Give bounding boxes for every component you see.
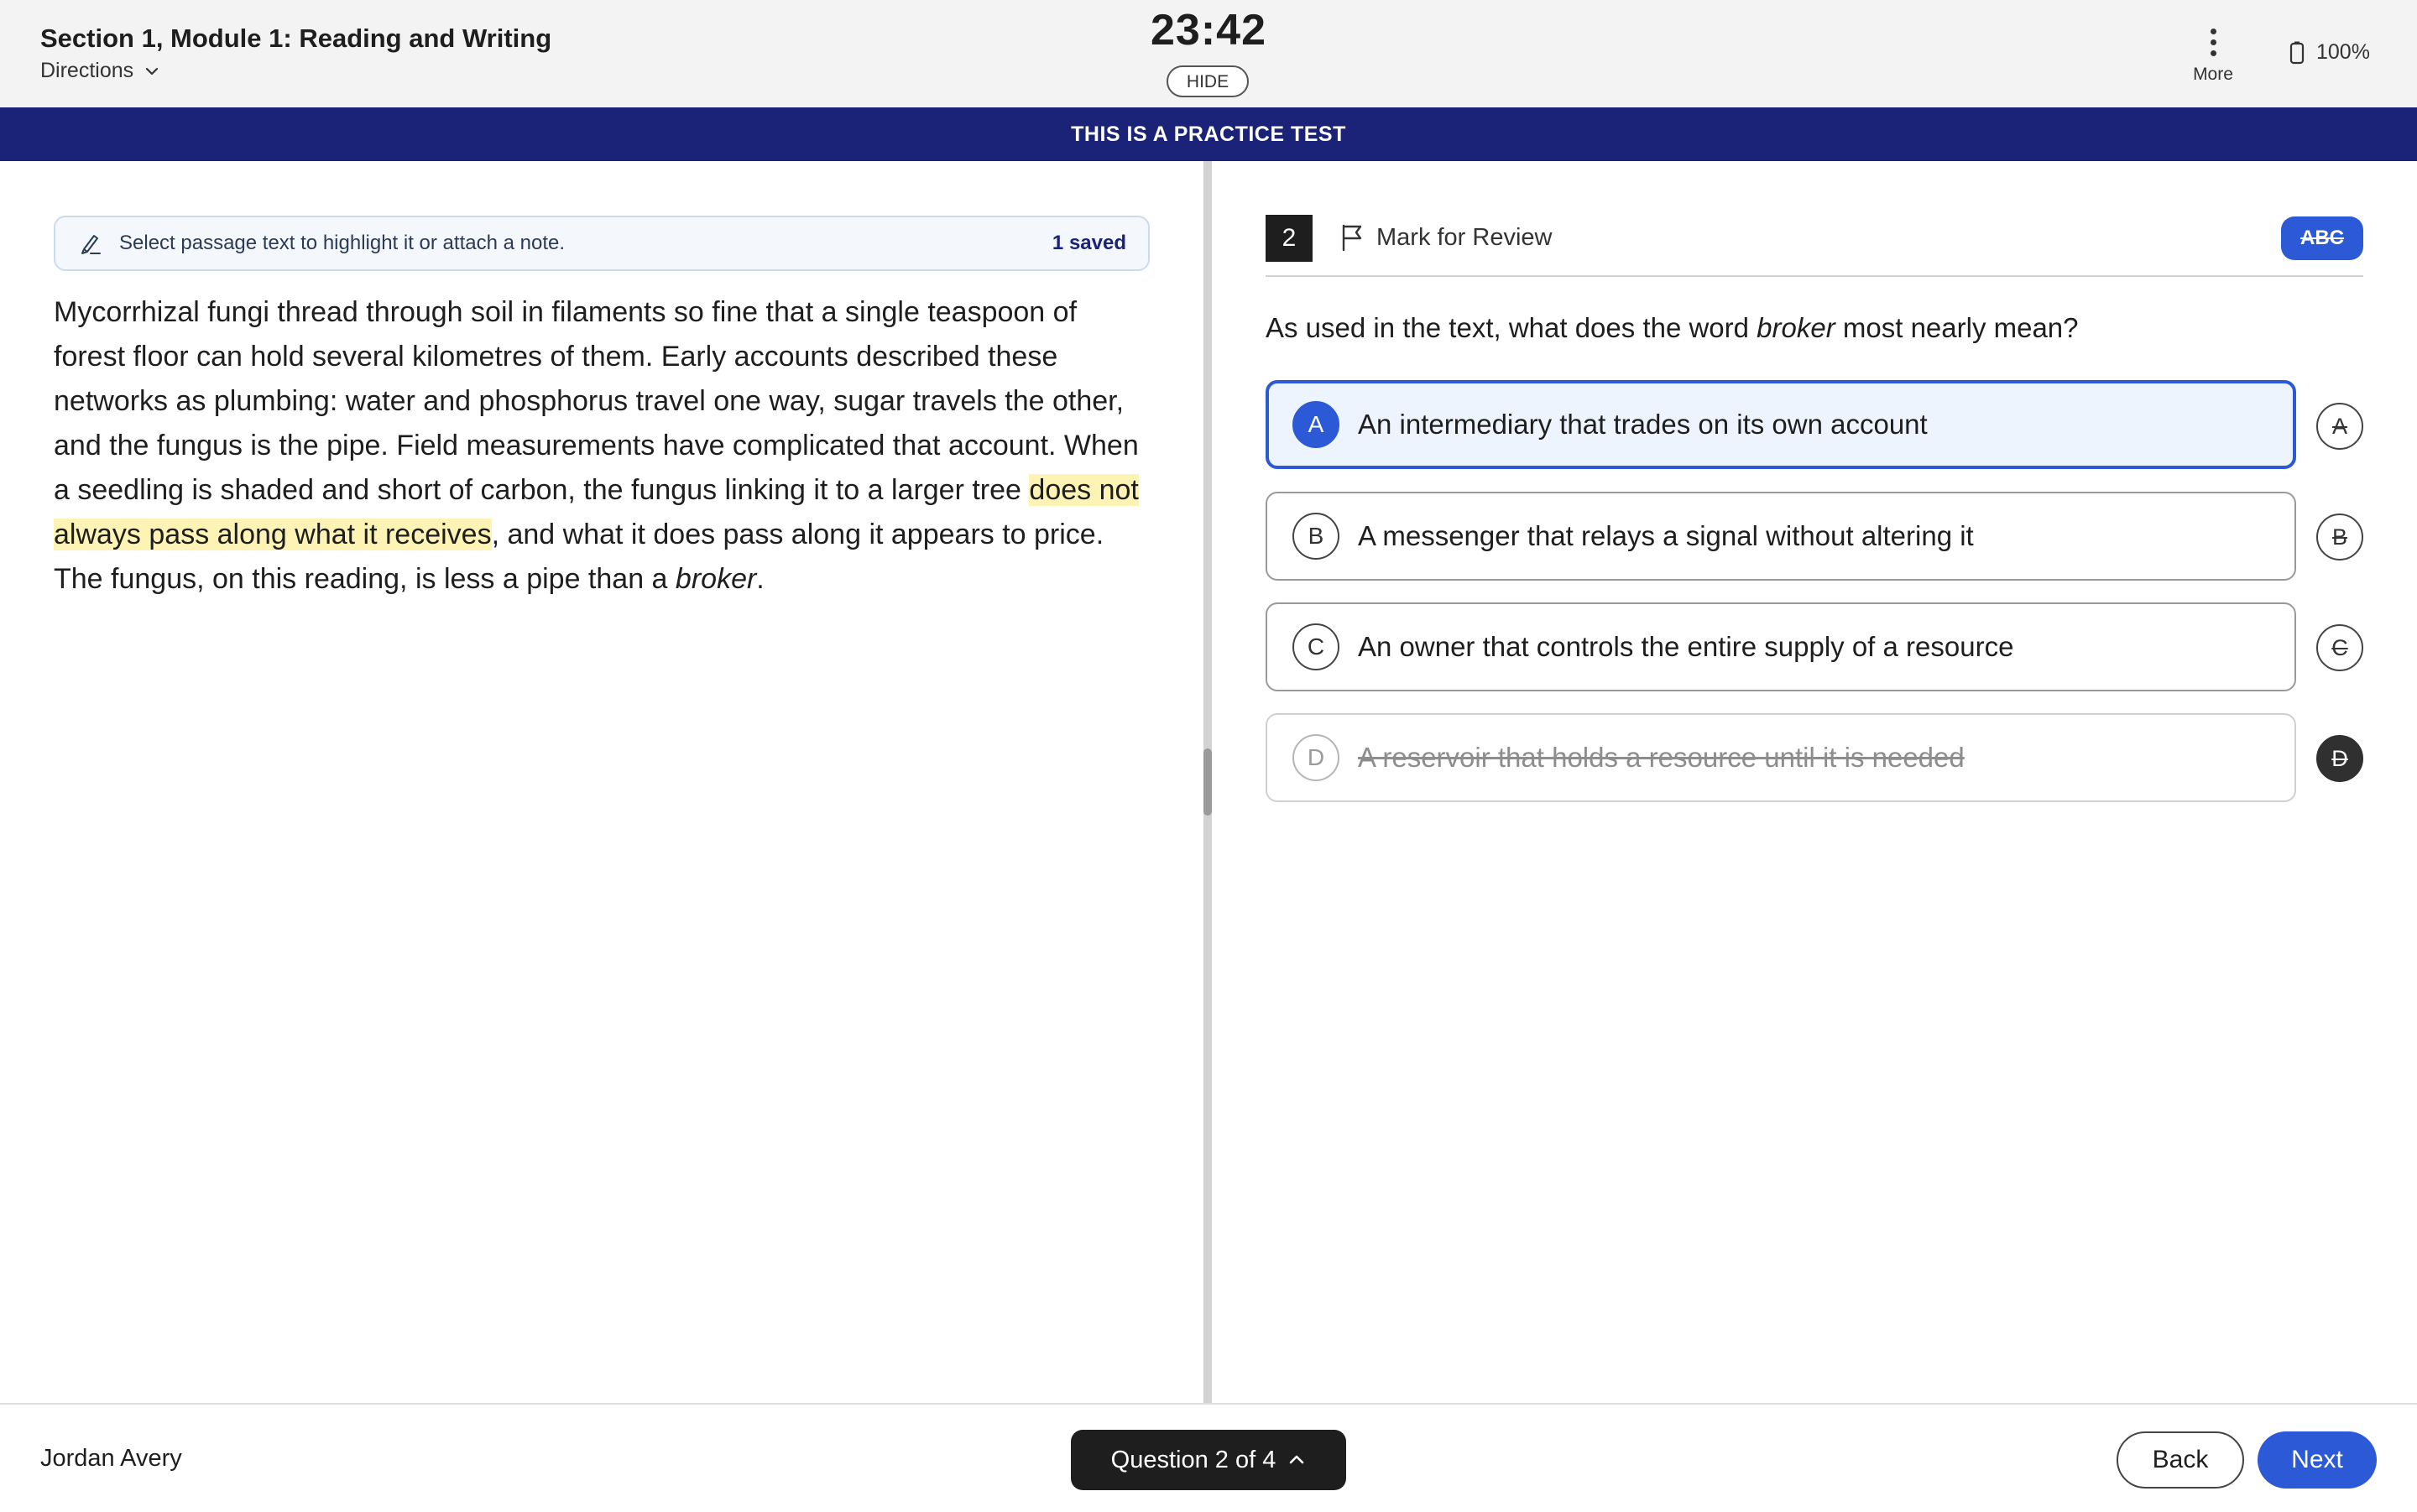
- question-prompt: As used in the text, what does the word …: [1266, 312, 2079, 344]
- chevron-up-icon: [1290, 1455, 1304, 1464]
- more-label: More: [2193, 65, 2233, 84]
- choice-letter-c: C: [1292, 623, 1339, 670]
- pane-resize-handle[interactable]: [1203, 748, 1212, 816]
- practice-test-banner: THIS IS A PRACTICE TEST: [0, 107, 2417, 161]
- answer-choice-d[interactable]: D A reservoir that holds a resource unti…: [1266, 713, 2296, 802]
- question-prompt-italic: broker: [1757, 312, 1835, 343]
- battery-icon: [2289, 41, 2305, 64]
- directions-label: Directions: [40, 59, 134, 82]
- annotation-hint-bar: Select passage text to highlight it or a…: [54, 216, 1150, 271]
- passage-end: .: [756, 563, 765, 595]
- mark-for-review-button[interactable]: Mark for Review: [1339, 223, 1553, 252]
- back-button[interactable]: Back: [2117, 1431, 2244, 1489]
- bottom-bar: Jordan Avery Question 2 of 4 Back Next: [0, 1403, 2417, 1512]
- battery-status: 100%: [2289, 40, 2370, 65]
- choice-text-b: A messenger that relays a signal without…: [1358, 520, 1974, 551]
- more-vertical-icon: [2185, 29, 2241, 56]
- choice-letter-d: D: [1292, 734, 1339, 781]
- question-prompt-text: most nearly mean?: [1835, 312, 2079, 343]
- question-number: 2: [1266, 215, 1313, 262]
- hide-timer-button[interactable]: HIDE: [1167, 65, 1249, 97]
- battery-level: 100%: [2316, 40, 2370, 64]
- answer-choice-a[interactable]: A An intermediary that trades on its own…: [1266, 380, 2296, 469]
- top-bar: Section 1, Module 1: Reading and Writing…: [0, 0, 2417, 108]
- question-navigator-label: Question 2 of 4: [1110, 1446, 1276, 1473]
- question-navigator-button[interactable]: Question 2 of 4: [1071, 1430, 1346, 1490]
- choice-text-d: A reservoir that holds a resource until …: [1358, 742, 1965, 773]
- passage-segment: Mycorrhizal fungi thread through soil in…: [54, 296, 1139, 506]
- directions-toggle[interactable]: Directions: [40, 59, 160, 83]
- more-menu-button[interactable]: More: [2185, 29, 2241, 85]
- eliminate-choice-a-button[interactable]: A: [2316, 403, 2363, 450]
- next-button[interactable]: Next: [2258, 1431, 2377, 1489]
- question-header-divider: [1266, 275, 2363, 277]
- question-prompt-text: As used in the text, what does the word: [1266, 312, 1757, 343]
- choice-text-a: An intermediary that trades on its own a…: [1358, 409, 1928, 440]
- answer-choice-b[interactable]: B A messenger that relays a signal witho…: [1266, 492, 2296, 581]
- passage-text[interactable]: Mycorrhizal fungi thread through soil in…: [54, 290, 1153, 602]
- saved-annotations-count[interactable]: 1 saved: [1052, 232, 1126, 255]
- passage-italic-word: broker: [675, 563, 757, 595]
- choice-letter-a: A: [1292, 401, 1339, 448]
- choice-letter-b: B: [1292, 513, 1339, 560]
- annotation-hint-text: Select passage text to highlight it or a…: [119, 232, 565, 254]
- answer-choice-c[interactable]: C An owner that controls the entire supp…: [1266, 602, 2296, 691]
- eliminate-choice-b-button[interactable]: B: [2316, 514, 2363, 560]
- highlighter-pen-icon: [81, 235, 101, 254]
- timer: 23:42: [1151, 6, 1266, 55]
- mark-for-review-label: Mark for Review: [1376, 223, 1553, 251]
- student-name: Jordan Avery: [40, 1445, 182, 1472]
- section-title: Section 1, Module 1: Reading and Writing: [40, 23, 552, 53]
- answer-eliminator-toggle[interactable]: ABC: [2281, 216, 2363, 260]
- choice-text-c: An owner that controls the entire supply…: [1358, 631, 2014, 662]
- eliminate-choice-d-button[interactable]: D: [2316, 735, 2363, 782]
- eliminate-choice-c-button[interactable]: C: [2316, 624, 2363, 671]
- flag-icon: [1342, 224, 1362, 252]
- chevron-down-icon: [146, 67, 159, 75]
